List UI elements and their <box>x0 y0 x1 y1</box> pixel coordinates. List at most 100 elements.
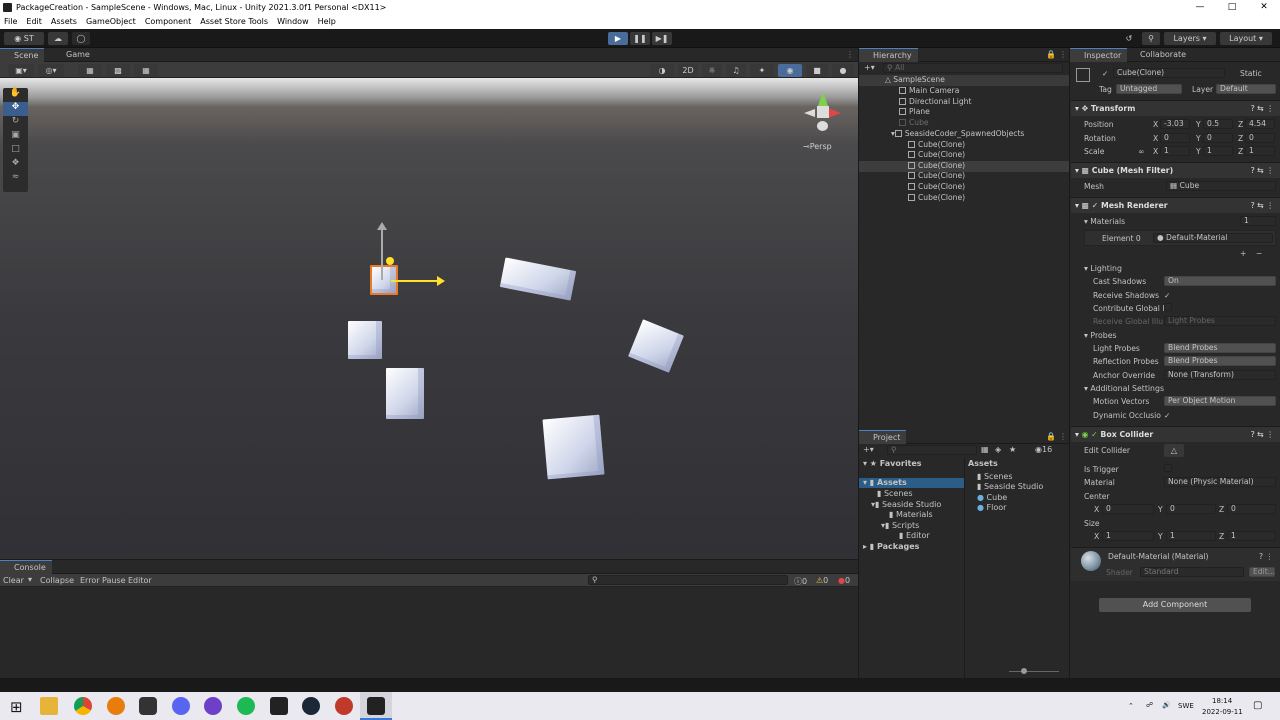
tray-overflow-icon[interactable]: ⌃ <box>1128 702 1134 710</box>
lighting-foldout[interactable]: ▾ Lighting <box>1084 264 1122 273</box>
discord-icon[interactable] <box>172 697 190 715</box>
draw-mode-dropdown[interactable]: ▣▾ <box>8 64 34 77</box>
scale-y-field[interactable]: 1 <box>1203 146 1233 156</box>
network-icon[interactable]: ☍ <box>1146 701 1153 709</box>
component-menu-icon[interactable]: ? ⇆ ⋮ <box>1251 198 1274 214</box>
menu-assets[interactable]: Assets <box>51 15 77 29</box>
create-icon[interactable]: +▾ <box>863 445 874 454</box>
icon-size-slider-thumb[interactable] <box>1021 668 1027 674</box>
tab-project[interactable]: Project <box>859 430 907 444</box>
camera-icon[interactable]: ■ <box>806 64 828 77</box>
visibility-icon[interactable]: ◉ <box>778 64 802 77</box>
projection-label[interactable]: ⊸Persp <box>803 142 832 151</box>
foldout-icon[interactable]: ▾ <box>1075 104 1082 113</box>
receive-gi-dropdown[interactable]: Light Probes <box>1164 316 1276 326</box>
mode-2d-button[interactable]: 2D <box>678 64 698 77</box>
position-z-field[interactable]: 4.54 <box>1245 119 1275 129</box>
hand-tool-icon[interactable]: ✋ <box>3 88 28 102</box>
size-z-field[interactable]: 1 <box>1227 531 1276 541</box>
contribute-gi-checkbox[interactable] <box>1164 303 1172 311</box>
effects-icon[interactable]: ✦ <box>750 64 774 77</box>
rotation-x-field[interactable]: 0 <box>1160 133 1190 143</box>
foldout-icon[interactable]: ▾ <box>1075 430 1082 439</box>
remove-element-icon[interactable]: − <box>1256 249 1262 258</box>
windows-start-icon[interactable]: ⊞ <box>10 698 23 716</box>
hierarchy-item-cube-clone[interactable]: Cube(Clone) <box>859 193 1069 204</box>
file-explorer-icon[interactable] <box>40 697 58 715</box>
recording-app-icon[interactable] <box>335 697 353 715</box>
gizmo-x-arrow-icon[interactable] <box>437 276 445 286</box>
steam-icon[interactable] <box>302 697 320 715</box>
gizmos-icon[interactable]: ● <box>832 64 854 77</box>
console-collapse-button[interactable]: Collapse <box>40 576 74 585</box>
tree-scenes[interactable]: ▮ Scenes <box>877 489 913 498</box>
hierarchy-item-cube-clone[interactable]: Cube(Clone) <box>859 150 1069 161</box>
tab-scene[interactable]: Scene <box>0 48 45 62</box>
hierarchy-item-spawned-objects[interactable]: ▾ SeasideCoder_SpawnedObjects <box>859 129 1069 140</box>
volume-icon[interactable]: 🔊 <box>1162 701 1171 709</box>
project-search-input[interactable]: ⚲ <box>887 445 977 455</box>
mesh-field[interactable]: ▦ Cube <box>1166 181 1276 191</box>
custom-tool-icon[interactable]: ≈ <box>3 172 28 186</box>
menu-help[interactable]: Help <box>318 15 336 29</box>
account-dropdown[interactable]: ◉ ST <box>4 32 44 45</box>
hierarchy-item-samplescene[interactable]: △ SampleScene <box>859 75 1069 86</box>
tree-packages[interactable]: ▸ ▮ Packages <box>863 542 919 551</box>
menu-window[interactable]: Window <box>277 15 309 29</box>
move-tool-icon[interactable]: ✥ <box>3 102 28 116</box>
spawned-cube[interactable] <box>542 414 605 480</box>
obs-icon[interactable] <box>139 697 157 715</box>
position-y-field[interactable]: 0.5 <box>1203 119 1233 129</box>
hierarchy-item-cube-clone[interactable]: Cube(Clone) <box>859 171 1069 182</box>
add-component-button[interactable]: Add Component <box>1099 598 1251 612</box>
scale-tool-icon[interactable]: ▣ <box>3 130 28 144</box>
cloud-icon[interactable]: ☁ <box>48 32 68 45</box>
lock-icon[interactable]: 🔒 <box>1046 432 1056 441</box>
box-collider-header[interactable]: ▾ ◉ ✓ Box Collider ? ⇆ ⋮ <box>1071 426 1280 442</box>
snap-icon[interactable]: ▩ <box>106 64 130 77</box>
rotate-tool-icon[interactable]: ↻ <box>3 116 28 130</box>
menu-gameobject[interactable]: GameObject <box>86 15 136 29</box>
menu-file[interactable]: File <box>4 15 17 29</box>
blender-icon[interactable] <box>107 697 125 715</box>
clock-date[interactable]: 2022-09-11 <box>1202 708 1243 716</box>
clock-time[interactable]: 18:14 <box>1212 697 1232 705</box>
split-divider[interactable] <box>964 458 965 678</box>
hierarchy-item-plane[interactable]: Plane <box>859 107 1069 118</box>
menu-asset-store-tools[interactable]: Asset Store Tools <box>200 15 268 29</box>
foldout-icon[interactable]: ▾ <box>1075 201 1082 210</box>
is-trigger-checkbox[interactable] <box>1164 464 1172 472</box>
error-count[interactable]: ●0 <box>838 576 850 585</box>
panel-menu-icon[interactable]: ⋮ <box>1059 50 1067 59</box>
spawned-cube[interactable] <box>628 319 684 373</box>
unity-editor-taskbar-button[interactable] <box>360 692 392 720</box>
additional-settings-foldout[interactable]: ▾ Additional Settings <box>1084 384 1164 393</box>
notifications-icon[interactable]: ▢ <box>1253 700 1262 711</box>
maximize-button[interactable]: □ <box>1216 0 1248 15</box>
scale-x-field[interactable]: 1 <box>1160 146 1190 156</box>
asset-cube[interactable]: ● Cube <box>977 493 1007 502</box>
tree-materials[interactable]: ▮ Materials <box>889 510 933 519</box>
transform-header[interactable]: ▾ ✥ Transform ? ⇆ ⋮ <box>1071 100 1280 116</box>
tab-game[interactable]: Game <box>52 48 96 62</box>
motion-vectors-dropdown[interactable]: Per Object Motion <box>1164 396 1276 406</box>
tab-inspector[interactable]: Inspector <box>1070 48 1128 62</box>
edit-collider-button[interactable]: △ <box>1164 444 1184 457</box>
probes-foldout[interactable]: ▾ Probes <box>1084 331 1117 340</box>
tree-editor[interactable]: ▮ Editor <box>899 531 930 540</box>
scene-view[interactable]: ⊸Persp <box>0 78 858 559</box>
constrain-proportions-icon[interactable]: ∞ <box>1138 147 1144 156</box>
foldout-icon[interactable]: ▾ <box>1075 166 1082 175</box>
anchor-override-field[interactable]: None (Transform) <box>1164 370 1276 380</box>
spawned-cube[interactable] <box>499 257 577 301</box>
icon-size-slider[interactable] <box>1009 671 1059 672</box>
shader-dropdown[interactable]: Standard <box>1140 567 1244 577</box>
lighting-icon[interactable]: ☼ <box>702 64 722 77</box>
size-x-field[interactable]: 1 <box>1102 531 1154 541</box>
size-y-field[interactable]: 1 <box>1166 531 1216 541</box>
spawned-cube[interactable] <box>386 368 424 419</box>
gizmo-center-handle[interactable] <box>386 257 394 265</box>
gizmo-y-axis[interactable] <box>381 226 383 280</box>
hierarchy-item-cube[interactable]: Cube <box>859 118 1069 129</box>
filter-type-icon[interactable]: ▦ <box>981 445 989 454</box>
